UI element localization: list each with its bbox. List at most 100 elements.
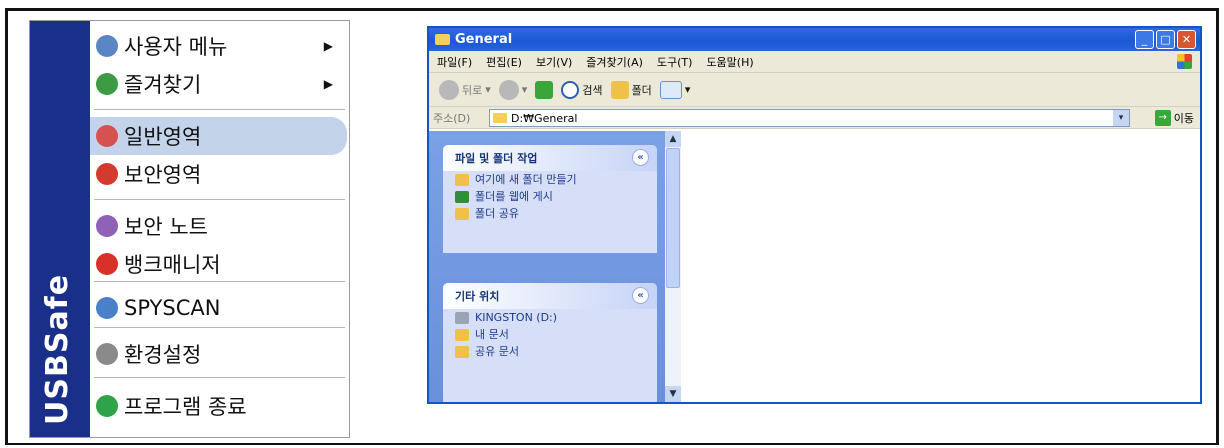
menu-item[interactable]: 뱅크매니저: [90, 245, 349, 283]
task-link-label: 폴더를 웹에 게시: [475, 190, 553, 203]
minimize-button[interactable]: _: [1135, 30, 1154, 49]
task-link[interactable]: KINGSTON (D:): [443, 309, 657, 326]
menu-item-label: 보안 노트: [124, 215, 208, 239]
task-link[interactable]: 내 문서: [443, 326, 657, 343]
menubar-item[interactable]: 도구(T): [657, 54, 693, 70]
search-button[interactable]: 검색: [561, 80, 603, 99]
task-pane-scrollbar[interactable]: ▲ ▼: [665, 131, 681, 402]
title-bar[interactable]: General _ □ ✕: [429, 28, 1200, 51]
back-arrow-icon: [439, 79, 459, 100]
task-link[interactable]: 공유 문서: [443, 343, 657, 360]
menu-item[interactable]: SPYSCAN: [90, 289, 349, 327]
task-link-label: 내 문서: [475, 328, 509, 341]
menubar-item[interactable]: 파일(F): [437, 54, 472, 70]
menu-item[interactable]: 사용자 메뉴 ▶: [90, 27, 349, 65]
menu-item[interactable]: 프로그램 종료: [90, 387, 349, 425]
menubar-item[interactable]: 편집(E): [486, 54, 522, 70]
views-icon: [659, 80, 682, 99]
menu-item-label: 프로그램 종료: [124, 395, 247, 419]
folders-label: 폴더: [631, 83, 652, 97]
file-list-area[interactable]: [681, 131, 1200, 402]
maximize-button[interactable]: □: [1156, 30, 1175, 49]
task-link-label: KINGSTON (D:): [475, 311, 558, 324]
submenu-arrow-icon: ▶: [323, 39, 333, 53]
note-icon: [96, 215, 118, 237]
menu-item[interactable]: 보안 노트: [90, 207, 349, 245]
folders-icon: [610, 80, 629, 99]
window-controls: _ □ ✕: [1135, 30, 1196, 49]
views-button[interactable]: ▾: [659, 80, 690, 99]
content-area: 파일 및 폴더 작업 « 여기에 새 폴더 만들기 폴더를 웹에 게시 폴더 공유 …: [429, 131, 1200, 402]
folders-button[interactable]: 폴더: [610, 80, 652, 99]
menubar-item[interactable]: 보기(V): [536, 54, 572, 70]
settings-icon: [96, 343, 118, 365]
menu-separator: [94, 377, 345, 378]
menu-item-label: 일반영역: [124, 125, 202, 149]
address-bar: 주소(D) D:₩General ▾ → 이동: [429, 107, 1200, 129]
task-link-label: 공유 문서: [475, 345, 519, 358]
go-label: 이동: [1173, 112, 1194, 125]
toolbar: 뒤로 ▾ ▾ 검색 폴더 ▾: [429, 73, 1200, 107]
go-arrow-icon: →: [1154, 110, 1171, 126]
globe-icon: [455, 191, 469, 203]
explorer-window: General _ □ ✕ 파일(F) 편집(E) 보기(V) 즐겨찾기(A) 도구(T…: [427, 26, 1202, 404]
my-documents-icon: [455, 329, 469, 341]
menu-item-label: 즐겨찾기: [124, 73, 202, 97]
close-button[interactable]: ✕: [1177, 30, 1196, 49]
back-button[interactable]: 뒤로 ▾: [439, 79, 491, 100]
menu-separator: [94, 109, 345, 110]
folder-icon: [435, 34, 450, 45]
forward-button[interactable]: ▾: [498, 79, 527, 100]
menu-separator: [94, 327, 345, 328]
menu-item-label: 환경설정: [124, 343, 202, 367]
panel-title: 파일 및 폴더 작업: [455, 152, 538, 165]
task-link[interactable]: 폴더를 웹에 게시: [443, 188, 657, 205]
window-title: General: [455, 32, 513, 47]
secure-area-icon: [96, 163, 118, 185]
panel-header[interactable]: 기타 위치 «: [443, 283, 657, 309]
address-label: 주소(D): [433, 111, 471, 125]
scroll-up-button[interactable]: ▲: [665, 131, 681, 147]
menu-brand-band: USBSafe: [30, 21, 90, 437]
collapse-chevron-icon[interactable]: «: [632, 287, 649, 304]
magnifier-icon: [96, 297, 118, 319]
panel-title: 기타 위치: [455, 290, 500, 303]
address-field[interactable]: D:₩General ▾: [489, 109, 1130, 127]
menu-item[interactable]: 일반영역: [90, 117, 347, 155]
menu-item-label: 보안영역: [124, 163, 202, 187]
submenu-arrow-icon: ▶: [323, 77, 333, 91]
brand-label: USBSafe: [40, 273, 75, 425]
up-folder-button[interactable]: [535, 80, 554, 99]
menubar-item[interactable]: 도움말(H): [706, 54, 753, 70]
scroll-thumb[interactable]: [666, 148, 680, 288]
menubar-item[interactable]: 즐겨찾기(A): [586, 54, 643, 70]
new-folder-icon: [455, 174, 469, 186]
go-button[interactable]: → 이동: [1154, 110, 1194, 126]
task-link[interactable]: 여기에 새 폴더 만들기: [443, 171, 657, 188]
task-link-label: 폴더 공유: [475, 207, 519, 220]
folder-icon: [493, 113, 507, 123]
bank-lock-icon: [96, 253, 118, 275]
task-link[interactable]: 폴더 공유: [443, 205, 657, 222]
menu-bar: 파일(F) 편집(E) 보기(V) 즐겨찾기(A) 도구(T) 도움말(H): [429, 51, 1200, 73]
up-arrow-icon: [535, 80, 554, 99]
forward-arrow-icon: [498, 79, 519, 100]
address-dropdown-button[interactable]: ▾: [1113, 110, 1129, 126]
menu-item[interactable]: 즐겨찾기 ▶: [90, 65, 349, 103]
menu-item-label: 사용자 메뉴: [124, 35, 228, 59]
collapse-chevron-icon[interactable]: «: [632, 149, 649, 166]
task-link-label: 여기에 새 폴더 만들기: [475, 173, 577, 186]
scroll-down-button[interactable]: ▼: [665, 386, 681, 402]
shared-documents-icon: [455, 346, 469, 358]
menu-item[interactable]: 보안영역: [90, 155, 349, 193]
drive-icon: [455, 312, 469, 324]
windows-logo-icon: [1177, 54, 1192, 69]
menu-item-label: SPYSCAN: [124, 296, 221, 320]
file-folder-tasks-panel: 파일 및 폴더 작업 « 여기에 새 폴더 만들기폴더를 웹에 게시폴더 공유: [443, 145, 657, 253]
menu-separator: [94, 199, 345, 200]
panel-header[interactable]: 파일 및 폴더 작업 «: [443, 145, 657, 171]
favorites-icon: [96, 73, 118, 95]
menu-item[interactable]: 환경설정: [90, 335, 349, 373]
dropdown-icon: ▾: [485, 83, 491, 96]
other-places-panel: 기타 위치 « KINGSTON (D:) 내 문서공유 문서: [443, 283, 657, 402]
